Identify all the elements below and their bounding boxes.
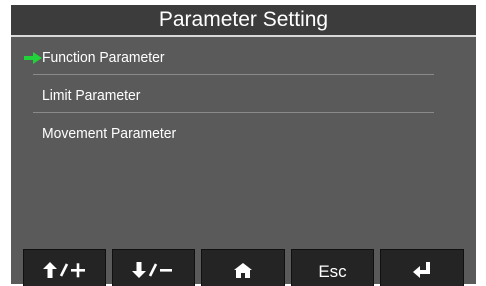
parameter-menu: Function Parameter Limit Parameter Movem…: [11, 37, 476, 151]
arrow-down-minus-icon: [131, 262, 172, 278]
title-bar: Parameter Setting: [11, 5, 476, 35]
down-minus-button[interactable]: [112, 249, 195, 286]
menu-item-label: Limit Parameter: [42, 87, 141, 104]
menu-item-movement-parameter[interactable]: Movement Parameter: [11, 113, 476, 151]
page-title: Parameter Setting: [158, 8, 329, 31]
softkey-bar: Esc: [11, 249, 476, 286]
enter-return-icon: [413, 262, 430, 278]
menu-item-label: Function Parameter: [42, 49, 165, 66]
up-plus-button[interactable]: [23, 249, 106, 286]
hmi-screen: Parameter Setting Function Parameter Lim…: [11, 5, 476, 286]
selection-arrow-icon: [24, 52, 42, 64]
esc-label: Esc: [318, 262, 347, 281]
menu-item-limit-parameter[interactable]: Limit Parameter: [11, 75, 476, 113]
esc-button[interactable]: Esc: [291, 249, 374, 286]
arrow-up-plus-icon: [42, 262, 85, 278]
enter-button[interactable]: [380, 249, 464, 286]
menu-item-label: Movement Parameter: [42, 125, 177, 142]
home-icon: [234, 263, 252, 278]
home-button[interactable]: [201, 249, 285, 286]
menu-item-function-parameter[interactable]: Function Parameter: [11, 37, 476, 75]
